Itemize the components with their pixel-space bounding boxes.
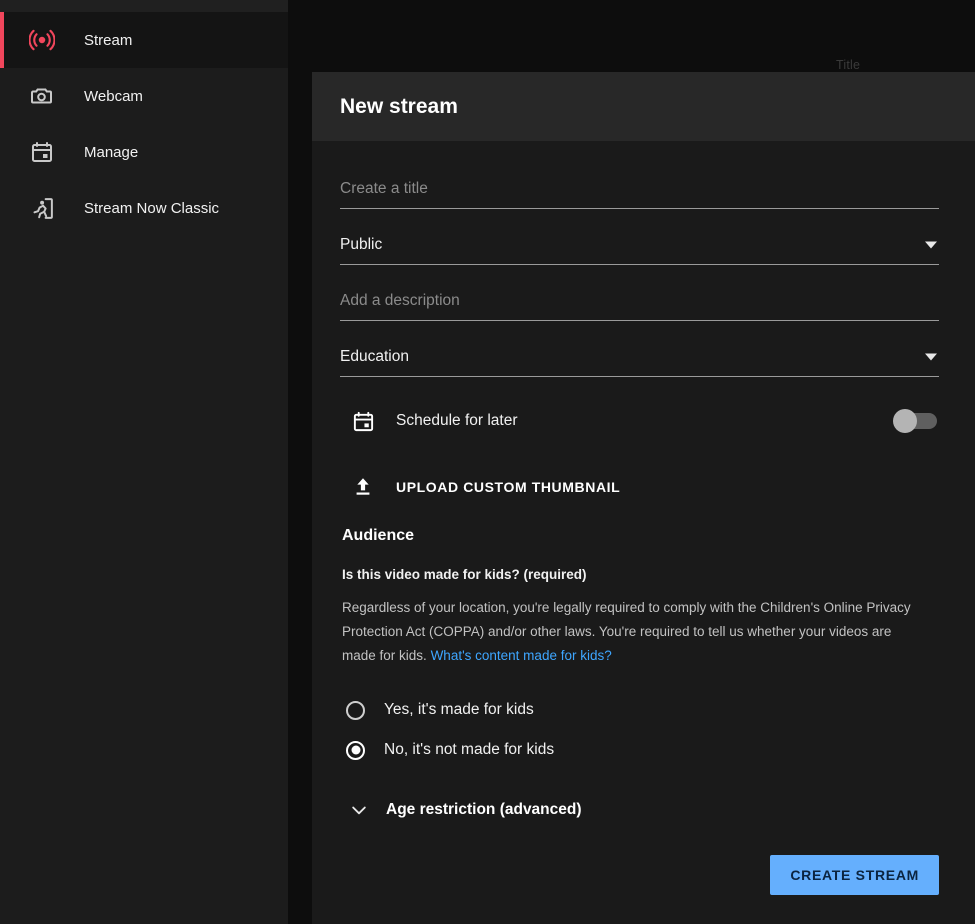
upload-custom-thumbnail-label: UPLOAD CUSTOM THUMBNAIL — [396, 479, 621, 495]
dialog-title: New stream — [340, 94, 458, 118]
sidebar-item-label: Stream — [84, 31, 133, 49]
audience-heading: Audience — [342, 527, 415, 544]
toggle-knob — [893, 409, 917, 433]
background-title-label: Title — [836, 58, 861, 72]
content-made-for-kids-link[interactable]: What's content made for kids? — [431, 648, 612, 663]
sidebar-item-label: Manage — [84, 143, 139, 161]
stream-title-input[interactable]: Create a title — [340, 169, 939, 209]
dialog-header: New stream — [312, 72, 975, 141]
radio-checked-icon — [346, 740, 365, 760]
exit-run-icon — [24, 196, 60, 221]
category-value: Education — [340, 347, 409, 365]
calendar-icon — [24, 140, 60, 164]
create-stream-button[interactable]: CREATE STREAM — [770, 855, 939, 895]
calendar-icon — [348, 410, 378, 433]
sidebar-item-label: Webcam — [84, 87, 143, 105]
category-select[interactable]: Education — [340, 337, 939, 377]
stream-description-input[interactable]: Add a description — [340, 281, 939, 321]
audience-description-text: Regardless of your location, you're lega… — [342, 600, 911, 663]
stream-description-placeholder: Add a description — [340, 291, 460, 309]
sidebar-item-manage[interactable]: Manage — [0, 124, 288, 180]
sidebar: Stream Webcam Manage Stream Now Classic — [0, 12, 288, 924]
sidebar-item-label: Stream Now Classic — [84, 199, 220, 217]
upload-icon — [348, 476, 378, 498]
schedule-for-later-toggle[interactable] — [893, 409, 937, 433]
audience-description: Regardless of your location, you're lega… — [342, 596, 927, 668]
sidebar-item-stream[interactable]: Stream — [0, 12, 288, 68]
dialog-body: Create a title Public Add a description … — [312, 141, 975, 826]
chevron-down-icon — [348, 800, 370, 820]
youtube-live-stream-creation-screen: Title Stream Webcam Manage Stream Now Cl… — [0, 0, 975, 924]
made-for-kids-no-label: No, it's not made for kids — [384, 741, 555, 758]
age-restriction-label: Age restriction (advanced) — [386, 801, 582, 818]
age-restriction-expander[interactable]: Age restriction (advanced) — [348, 790, 939, 826]
camera-icon — [24, 84, 60, 108]
schedule-for-later-label: Schedule for later — [396, 412, 518, 429]
background-topbar — [0, 0, 288, 12]
radio-unchecked-icon — [346, 700, 365, 720]
made-for-kids-yes-label: Yes, it's made for kids — [384, 701, 534, 718]
visibility-value: Public — [340, 235, 383, 253]
made-for-kids-no-option[interactable]: No, it's not made for kids — [346, 730, 939, 770]
chevron-down-icon — [925, 241, 937, 248]
new-stream-dialog: New stream Create a title Public Add a d… — [312, 72, 975, 924]
audience-question: Is this video made for kids? (required) — [342, 567, 587, 582]
chevron-down-icon — [925, 353, 937, 360]
made-for-kids-yes-option[interactable]: Yes, it's made for kids — [346, 690, 939, 730]
upload-custom-thumbnail-button[interactable]: UPLOAD CUSTOM THUMBNAIL — [340, 465, 939, 509]
schedule-for-later-row[interactable]: Schedule for later — [340, 393, 939, 449]
visibility-select[interactable]: Public — [340, 225, 939, 265]
broadcast-icon — [24, 27, 60, 53]
sidebar-item-stream-now-classic[interactable]: Stream Now Classic — [0, 180, 288, 236]
sidebar-item-webcam[interactable]: Webcam — [0, 68, 288, 124]
dialog-footer: CREATE STREAM — [312, 826, 975, 924]
stream-title-placeholder: Create a title — [340, 179, 428, 197]
